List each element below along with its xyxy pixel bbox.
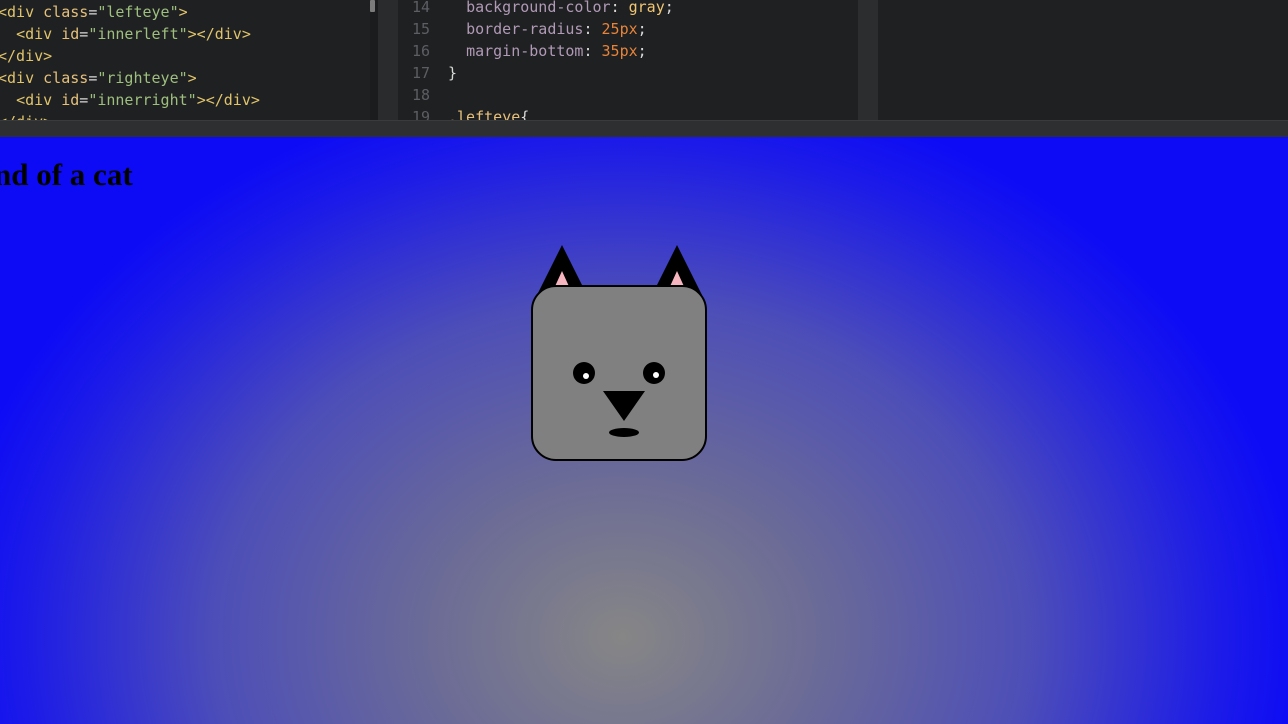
- cat-head: [531, 285, 707, 461]
- line-number: 16: [411, 42, 430, 60]
- html-code-line: <div class="lefteye">: [0, 3, 188, 21]
- css-code-line: margin-bottom: 35px;: [466, 42, 647, 60]
- css-code-line: }: [448, 64, 458, 82]
- html-code-line: </div>: [0, 47, 53, 65]
- css-gutter: [378, 0, 398, 120]
- cat-nose: [603, 391, 645, 421]
- css-code-line: .lefteye{: [448, 108, 530, 120]
- line-number: 15: [411, 20, 430, 38]
- right-eye-highlight: [653, 372, 659, 378]
- html-pane-scrollbar[interactable]: [370, 0, 375, 12]
- pane-separator[interactable]: [858, 0, 878, 120]
- resize-divider[interactable]: [0, 120, 1288, 138]
- html-code-line: <div id="innerleft"></div>: [16, 25, 251, 43]
- line-number: 19: [411, 108, 430, 120]
- line-number: 18: [411, 86, 430, 104]
- line-number: 14: [411, 0, 430, 16]
- cat-illustration: [531, 245, 709, 463]
- code-editor: <div class="lefteye"> <div id="innerleft…: [0, 0, 1288, 120]
- line-number: 17: [411, 64, 430, 82]
- css-editor-pane[interactable]: 14 background-color: gray; 15 border-radi…: [398, 0, 858, 120]
- result-preview: nd of a cat: [0, 137, 1288, 724]
- page-title: nd of a cat: [0, 157, 133, 192]
- html-code-line: <div class="righteye">: [0, 69, 197, 87]
- html-code-line: </div>: [0, 111, 52, 120]
- css-code-line: background-color: gray;: [466, 0, 674, 16]
- cat-mouth: [609, 428, 639, 437]
- html-editor-pane[interactable]: <div class="lefteye"> <div id="innerleft…: [0, 0, 370, 120]
- right-eye: [643, 362, 665, 384]
- html-code-line: <div id="innerright"></div>: [16, 91, 260, 109]
- css-code-line: border-radius: 25px;: [466, 20, 647, 38]
- left-eye: [573, 362, 595, 384]
- js-editor-pane[interactable]: [878, 0, 1288, 120]
- left-eye-highlight: [583, 373, 589, 379]
